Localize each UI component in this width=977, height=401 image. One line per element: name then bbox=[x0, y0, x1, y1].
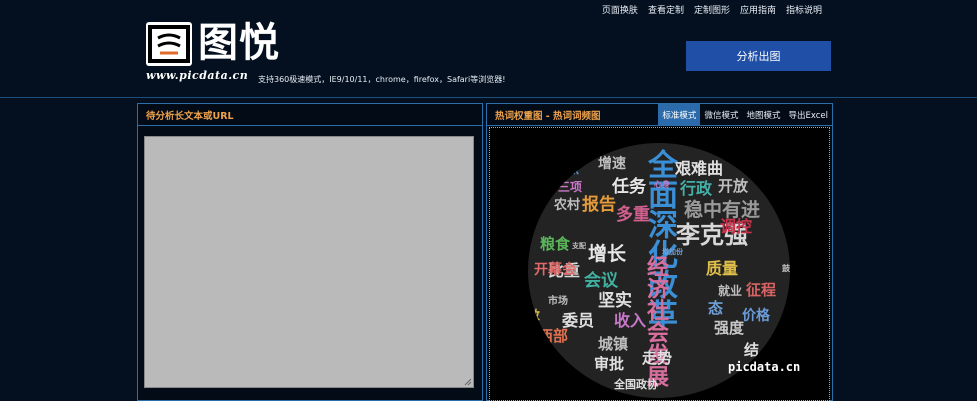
cloud-word: 敦 bbox=[528, 308, 541, 322]
cloud-word: 强度 bbox=[714, 319, 745, 337]
cloud-word: 就业 bbox=[718, 284, 743, 298]
cloud-word: 任务 bbox=[612, 177, 646, 197]
word-cloud-panel: 热词权重图 - 热词词频图 标准模式 微信模式 地图模式 导出Excel 全面深… bbox=[486, 103, 833, 401]
cloud-word: 质量 bbox=[706, 259, 739, 278]
word-cloud-canvas: 全面深化改革 艰难曲 增速焦三项 任务 行政 开放 稳中有进 报告 多重 李克强 农村 粮食 增长 调控经… bbox=[489, 127, 830, 401]
browser-support-text: 支持360极速模式，IE9/10/11，chrome，firefox，Safar… bbox=[258, 75, 506, 84]
text-input-area[interactable] bbox=[144, 136, 474, 388]
nav-item-skin[interactable]: 页面换肤 bbox=[602, 3, 638, 16]
cloud-word: 走势 bbox=[642, 349, 673, 367]
text-input-panel: 待分析长文本或URL bbox=[137, 103, 483, 401]
nav-item-custom-graphic[interactable]: 定制图形 bbox=[694, 3, 730, 16]
text-input-panel-title: 待分析长文本或URL bbox=[138, 104, 482, 126]
cloud-word: 经济社会发展 bbox=[643, 255, 668, 387]
brand-name: 图悦 bbox=[198, 20, 280, 66]
cloud-word: 审批 bbox=[594, 355, 625, 373]
cloud-word: 征程 bbox=[746, 281, 777, 299]
cloud-word: 增长 bbox=[588, 243, 627, 265]
cloud-word: 结 bbox=[744, 341, 760, 359]
nav-item-guide[interactable]: 应用指南 bbox=[740, 3, 776, 16]
cloud-word: 行政 bbox=[680, 179, 713, 198]
watermark: picdata.cn bbox=[728, 360, 801, 374]
tab-wechat-mode[interactable]: 微信模式 bbox=[700, 104, 742, 125]
cloud-word: 增加份 bbox=[662, 248, 683, 256]
cloud-word: 粮食 bbox=[540, 235, 571, 253]
analyze-button[interactable]: 分析出图 bbox=[686, 41, 831, 71]
nav-item-customize-view[interactable]: 查看定制 bbox=[648, 3, 684, 16]
cloud-word: 西部 bbox=[538, 327, 569, 345]
cloud-word: 多重 bbox=[616, 205, 650, 225]
cloud-word: 坚实 bbox=[598, 291, 632, 311]
cloud-word: 态 bbox=[708, 299, 724, 317]
cloud-word: 市场 bbox=[548, 296, 568, 307]
cloud-word: 价格 bbox=[742, 308, 770, 324]
tab-export-excel[interactable]: 导出Excel bbox=[784, 104, 832, 125]
cloud-word: 焦 bbox=[566, 162, 580, 177]
cloud-word: 调控 bbox=[720, 217, 753, 236]
cloud-word: 农村 bbox=[554, 198, 581, 213]
header-divider bbox=[0, 97, 977, 98]
cloud-word: 报告 bbox=[582, 195, 616, 215]
tab-map-mode[interactable]: 地图模式 bbox=[742, 104, 784, 125]
cloud-word: 城镇 bbox=[598, 335, 629, 353]
cloud-word: 鼓 bbox=[782, 264, 790, 273]
brand-url: www.picdata.cn bbox=[146, 69, 249, 82]
cloud-word: 三项 bbox=[558, 180, 583, 194]
tab-standard-mode[interactable]: 标准模式 bbox=[658, 104, 701, 125]
cloud-word: 开幕会 bbox=[534, 262, 576, 278]
nav-item-metrics[interactable]: 指标说明 bbox=[786, 3, 822, 16]
cloud-word: 艰难曲 bbox=[675, 159, 724, 178]
mode-tabs: 标准模式 微信模式 地图模式 导出Excel bbox=[658, 104, 832, 125]
cloud-word: 收入 bbox=[614, 311, 647, 330]
cloud-word: 心身 bbox=[654, 180, 670, 189]
cloud-word: 开放 bbox=[718, 177, 749, 195]
logo-icon bbox=[146, 22, 192, 66]
top-nav: 页面换肤 查看定制 定制图形 应用指南 指标说明 bbox=[602, 3, 822, 16]
cloud-word: 全国政协 bbox=[614, 378, 658, 391]
cloud-word: 会议 bbox=[584, 271, 618, 291]
cloud-word: 增速 bbox=[598, 156, 626, 172]
cloud-word: 支配 bbox=[572, 242, 586, 250]
resize-handle-icon[interactable] bbox=[464, 378, 472, 386]
